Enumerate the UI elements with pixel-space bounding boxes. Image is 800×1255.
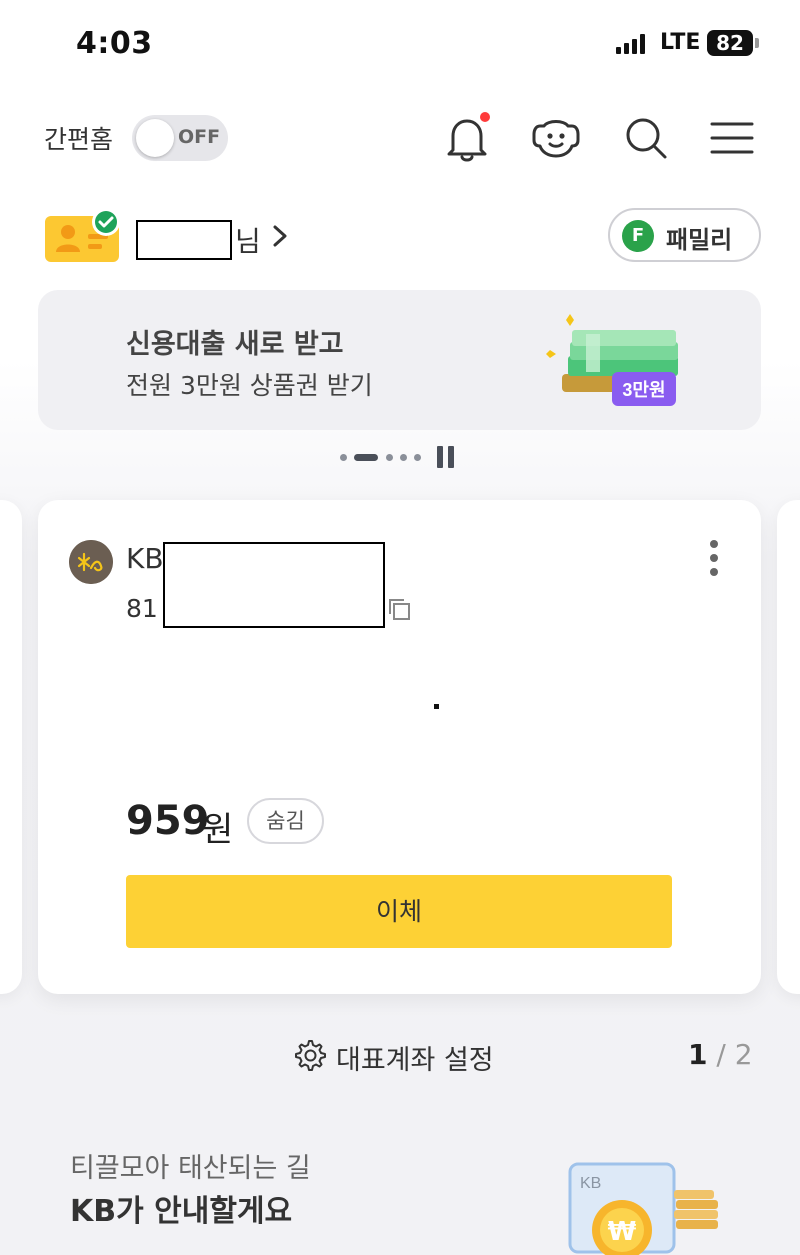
account-number-prefix: 81 bbox=[126, 594, 158, 623]
page-dot bbox=[400, 454, 407, 461]
battery-tip bbox=[755, 38, 759, 48]
rep-account-label: 대표계좌 설정 bbox=[336, 1045, 494, 1076]
toggle-state: OFF bbox=[178, 126, 221, 148]
pager-current: 1 bbox=[688, 1038, 708, 1071]
page-dot bbox=[386, 454, 393, 461]
banner-title: 신용대출 새로 받고 bbox=[126, 329, 344, 360]
name-suffix: 님 bbox=[235, 225, 261, 258]
pager-separator: / bbox=[707, 1038, 735, 1071]
transfer-button[interactable]: 이체 bbox=[126, 875, 672, 948]
signal-icon bbox=[616, 34, 646, 54]
next-account-card[interactable] bbox=[777, 500, 800, 994]
savings-laptop-icon: KB ₩ bbox=[568, 1162, 718, 1255]
network-type: LTE bbox=[660, 30, 701, 55]
page-dot-active bbox=[354, 454, 378, 461]
prev-account-card[interactable] bbox=[0, 500, 22, 994]
banner-subtitle: 전원 3만원 상품권 받기 bbox=[126, 371, 373, 400]
search-icon[interactable] bbox=[620, 112, 672, 164]
toggle-knob bbox=[136, 119, 174, 157]
user-name-redacted[interactable] bbox=[136, 220, 232, 260]
banner-badge: 3만원 bbox=[622, 380, 665, 400]
promo-title[interactable]: KB가 안내할게요 bbox=[70, 1186, 292, 1230]
copy-icon[interactable] bbox=[386, 596, 412, 622]
account-redacted bbox=[163, 542, 385, 628]
chevron-right-icon[interactable] bbox=[268, 222, 292, 250]
status-time: 4:03 bbox=[76, 26, 153, 61]
id-card-icon[interactable] bbox=[44, 208, 124, 264]
promo-subtitle: 티끌모아 태산되는 길 bbox=[70, 1153, 311, 1184]
rep-account-setting[interactable]: 대표계좌 설정 bbox=[292, 1036, 532, 1076]
hide-balance-button[interactable]: 숨김 bbox=[247, 798, 324, 844]
family-badge-icon: F bbox=[622, 220, 654, 252]
simple-home-toggle[interactable]: OFF bbox=[132, 115, 228, 161]
page-dot bbox=[414, 454, 421, 461]
card-pager: 1 / 2 bbox=[688, 1038, 753, 1071]
account-card[interactable]: KB 81 959 원 숨김 이체 bbox=[38, 500, 761, 994]
simple-home-label: 간편홈 bbox=[44, 125, 114, 154]
account-bank-prefix: KB bbox=[126, 542, 164, 575]
page-dot bbox=[340, 454, 347, 461]
gear-icon bbox=[295, 1040, 326, 1071]
family-button[interactable]: F 패밀리 bbox=[608, 208, 761, 262]
svg-text:₩: ₩ bbox=[608, 1217, 637, 1247]
pause-icon[interactable] bbox=[437, 446, 455, 468]
pager-total: 2 bbox=[734, 1038, 753, 1071]
promo-art-label: KB bbox=[580, 1175, 601, 1192]
chatbot-icon[interactable] bbox=[530, 112, 582, 164]
more-options-icon[interactable] bbox=[710, 540, 720, 580]
money-stack-icon: 3만원 bbox=[546, 314, 678, 406]
balance-unit: 원 bbox=[202, 810, 234, 850]
notification-dot bbox=[480, 112, 490, 122]
account-balance: 959 bbox=[126, 798, 210, 844]
battery-level: 82 bbox=[707, 30, 753, 56]
promo-banner[interactable]: 신용대출 새로 받고 전원 3만원 상품권 받기 3만원 bbox=[38, 290, 761, 430]
menu-icon[interactable] bbox=[706, 112, 758, 164]
family-label: 패밀리 bbox=[666, 226, 733, 254]
loading-dot bbox=[434, 704, 439, 709]
kb-logo-icon bbox=[69, 540, 113, 584]
